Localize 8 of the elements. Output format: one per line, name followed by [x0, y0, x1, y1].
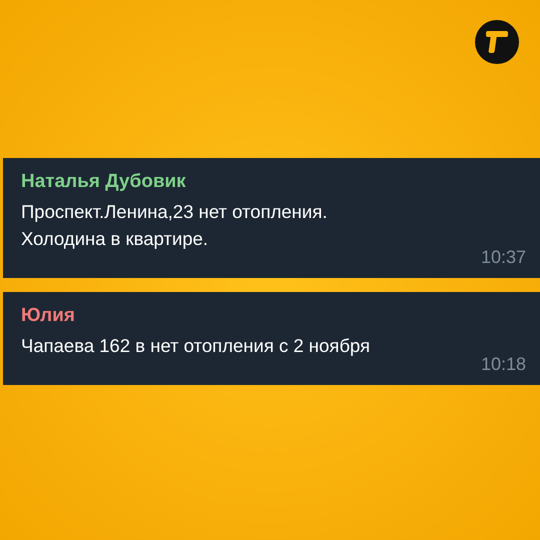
message-text: Чапаева 162 в нет отопления с 2 ноября: [21, 334, 372, 358]
message-text: Холодина в квартире.: [21, 226, 210, 251]
sender-name: Наталья Дубовик: [21, 170, 187, 194]
message-text: Проспект.Ленина,23 нет отопления.: [21, 200, 328, 224]
message-time: 10:18: [480, 354, 526, 372]
message-time: 10:37: [480, 248, 526, 266]
logo-icon: [475, 20, 519, 64]
sender-name: Юлия: [21, 304, 76, 328]
